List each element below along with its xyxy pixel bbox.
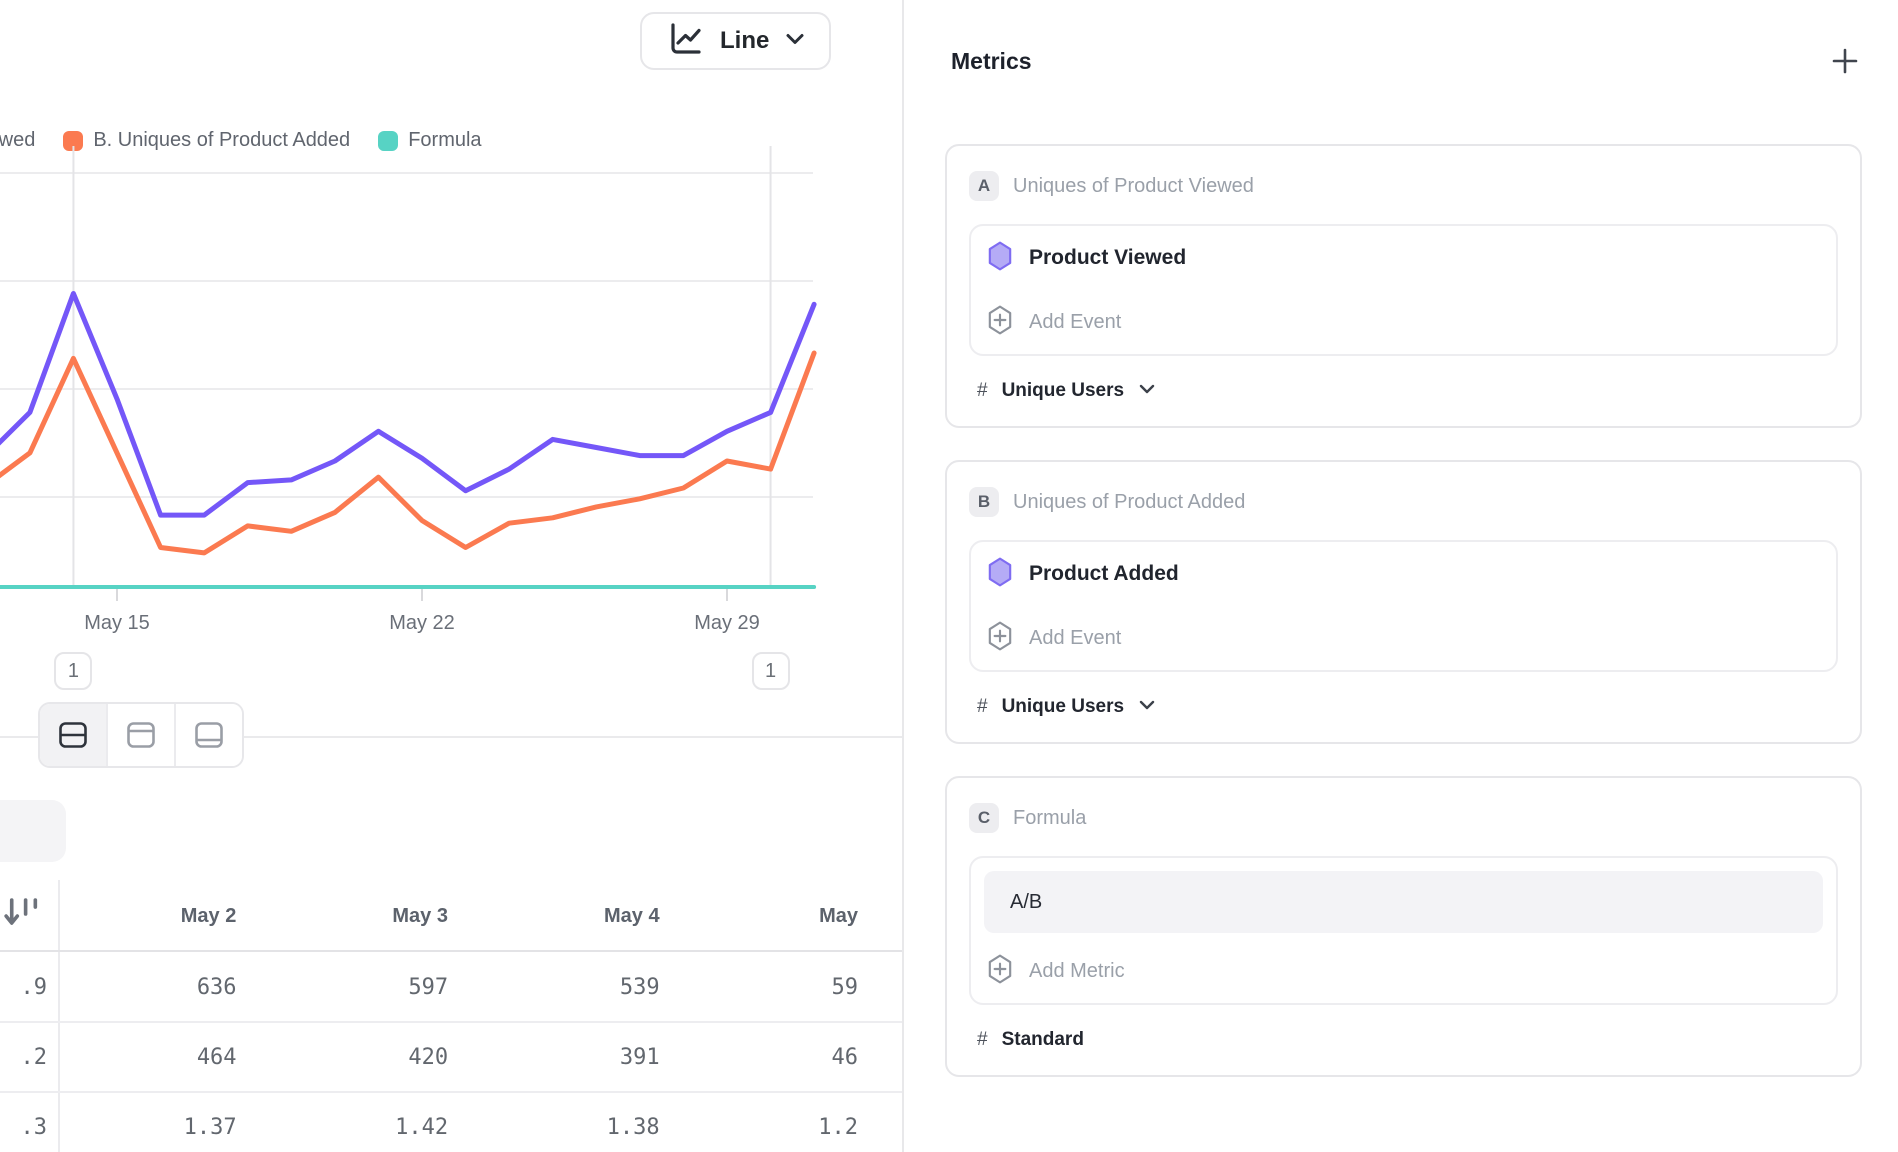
table-cell: 597 (267, 952, 479, 1022)
table-row: .2 464 420 391 46 (0, 1022, 902, 1092)
metrics-panel: Metrics A Uniques of Product Viewed Pro (904, 0, 1898, 1152)
line-chart-canvas[interactable] (0, 140, 902, 610)
chevron-down-icon (1138, 698, 1156, 716)
event-name: Product Viewed (1029, 246, 1186, 270)
table-cell: 420 (267, 1022, 479, 1092)
annotation-badge[interactable]: 1 (752, 652, 790, 690)
event-hexagon-icon (987, 241, 1013, 276)
chevron-down-icon (785, 32, 805, 51)
add-event-button[interactable]: Add Event (971, 606, 1836, 670)
event-row-product-added[interactable]: Product Added (971, 542, 1836, 606)
table-cell: .3 (21, 1115, 48, 1140)
metric-letter-badge: A (969, 171, 999, 201)
add-metric-label: Add Metric (1029, 960, 1125, 983)
table-cell: .9 (21, 975, 48, 1000)
chart-pane: Line A. Uniques of Product Viewed B. Uni… (0, 0, 902, 1152)
add-event-label: Add Event (1029, 627, 1121, 650)
add-event-label: Add Event (1029, 311, 1121, 334)
chart-type-label: Line (720, 27, 769, 55)
table-cell: 46 (690, 1022, 902, 1092)
table-cell: .2 (21, 1045, 48, 1070)
x-axis-label: May 29 (657, 612, 797, 635)
table-cell: 464 (55, 1022, 267, 1092)
number-type-icon: # (977, 380, 988, 402)
table-cell: 391 (478, 1022, 690, 1092)
measure-selector[interactable]: # Standard (969, 1029, 1838, 1051)
view-layout-toggle (38, 702, 244, 768)
formula-input[interactable]: A/B (984, 871, 1823, 933)
table-header-cell[interactable]: May (690, 880, 902, 952)
table-cell: 59 (690, 952, 902, 1022)
add-metric-button[interactable]: Add Metric (971, 939, 1836, 1003)
measure-selector[interactable]: # Unique Users (969, 380, 1838, 402)
table-header-cell[interactable]: May 3 (266, 880, 478, 952)
view-toggle-panel-bottom[interactable] (176, 704, 242, 766)
table-cell: 636 (55, 952, 267, 1022)
measure-selector[interactable]: # Unique Users (969, 696, 1838, 718)
table-header-row: May 2 May 3 May 4 May (0, 880, 902, 952)
number-type-icon: # (977, 1029, 988, 1051)
table-cell: 1.42 (267, 1092, 479, 1152)
measure-name: Unique Users (1002, 380, 1124, 402)
table-corner-pill (0, 800, 66, 862)
table-sort-header[interactable] (0, 880, 55, 952)
measure-name: Standard (1002, 1029, 1084, 1051)
table-cell: 1.38 (478, 1092, 690, 1152)
metric-card-title: Uniques of Product Viewed (1013, 175, 1254, 198)
table-row: .3 1.37 1.42 1.38 1.2 (0, 1092, 902, 1152)
table-cell: 1.37 (55, 1092, 267, 1152)
event-hexagon-icon (987, 557, 1013, 592)
chart-type-dropdown[interactable]: Line (640, 12, 831, 70)
event-row-product-viewed[interactable]: Product Viewed (971, 226, 1836, 290)
table-cell: 539 (478, 952, 690, 1022)
view-toggle-split-rows[interactable] (40, 704, 108, 766)
metric-letter-badge: B (969, 487, 999, 517)
event-name: Product Added (1029, 562, 1179, 586)
hexagon-plus-icon (987, 621, 1013, 656)
table-header-cell[interactable]: May 4 (478, 880, 690, 952)
table-row: .9 636 597 539 59 (0, 952, 902, 1022)
sort-descending-icon (2, 897, 52, 936)
hexagon-plus-icon (987, 305, 1013, 340)
table-header-cell[interactable]: May 2 (55, 880, 267, 952)
x-axis-label: May 22 (352, 612, 492, 635)
panel-title: Metrics (951, 48, 1032, 75)
number-type-icon: # (977, 696, 988, 718)
metric-card-c: C Formula A/B Add Metric # Standard (945, 776, 1862, 1077)
view-toggle-panel-top[interactable] (108, 704, 176, 766)
add-event-button[interactable]: Add Event (971, 290, 1836, 354)
metric-card-title: Uniques of Product Added (1013, 491, 1245, 514)
x-axis-label: May 15 (47, 612, 187, 635)
annotation-badge[interactable]: 1 (54, 652, 92, 690)
metric-card-title: Formula (1013, 807, 1086, 830)
hexagon-plus-icon (987, 954, 1013, 989)
table-cell: 1.2 (690, 1092, 902, 1152)
chevron-down-icon (1138, 382, 1156, 400)
line-chart-icon (666, 20, 704, 63)
measure-name: Unique Users (1002, 696, 1124, 718)
metric-card-b: B Uniques of Product Added Product Added… (945, 460, 1862, 744)
metric-card-a: A Uniques of Product Viewed Product View… (945, 144, 1862, 428)
metric-letter-badge: C (969, 803, 999, 833)
add-metric-plus-icon[interactable] (1828, 44, 1862, 78)
